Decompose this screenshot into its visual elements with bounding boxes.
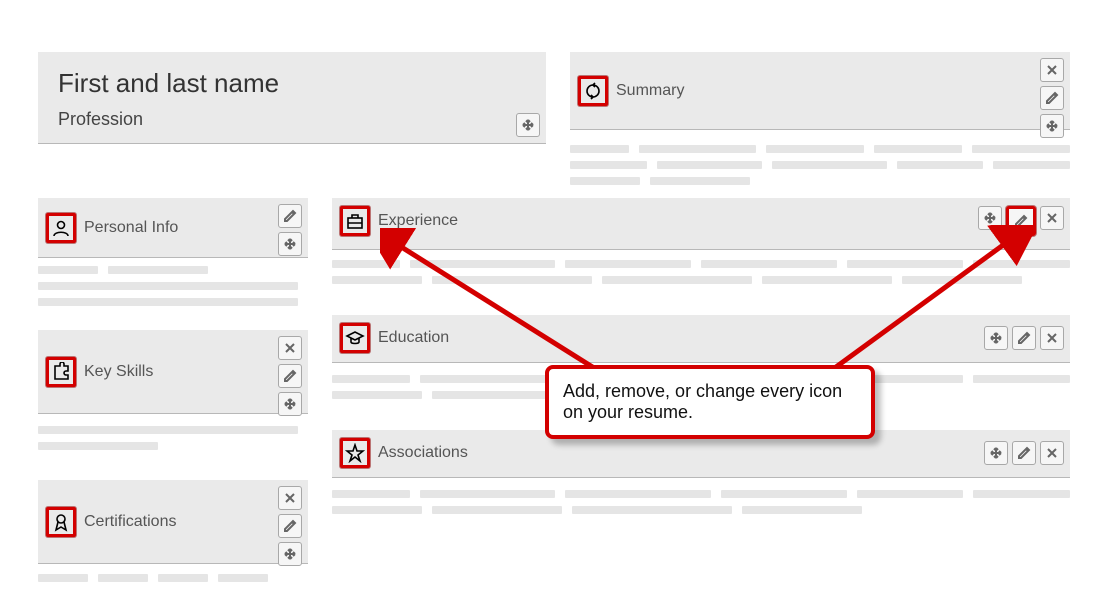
edit-button[interactable]	[1012, 441, 1036, 465]
name-section: First and last name Profession	[38, 52, 546, 144]
close-button[interactable]	[1040, 58, 1064, 82]
edit-button[interactable]	[278, 204, 302, 228]
edit-button[interactable]	[278, 514, 302, 538]
certifications-title: Certifications	[84, 513, 176, 531]
personal-info-section: Personal Info	[38, 198, 308, 258]
move-button[interactable]	[984, 441, 1008, 465]
arrow-to-icon	[380, 228, 630, 388]
key-skills-section: Key Skills	[38, 330, 308, 414]
associations-title: Associations	[378, 444, 468, 462]
edit-button[interactable]	[278, 364, 302, 388]
associations-placeholder	[332, 490, 1070, 522]
briefcase-icon[interactable]	[340, 206, 370, 236]
key-skills-placeholder	[38, 426, 308, 458]
callout-text: Add, remove, or change every icon on you…	[563, 381, 842, 422]
person-icon[interactable]	[46, 213, 76, 243]
experience-title: Experience	[378, 212, 458, 230]
edit-button-highlighted[interactable]	[1006, 206, 1036, 236]
key-skills-title: Key Skills	[84, 363, 153, 381]
move-button[interactable]	[278, 542, 302, 566]
move-button[interactable]	[1040, 114, 1064, 138]
education-title: Education	[378, 329, 449, 347]
refresh-icon[interactable]	[578, 76, 608, 106]
certifications-placeholder	[38, 574, 308, 590]
experience-section: Experience	[332, 198, 1070, 250]
move-button[interactable]	[278, 232, 302, 256]
summary-placeholder	[570, 145, 1070, 193]
cap-icon[interactable]	[340, 323, 370, 353]
profession: Profession	[58, 109, 526, 130]
puzzle-icon[interactable]	[46, 357, 76, 387]
close-button[interactable]	[1040, 326, 1064, 350]
callout-box: Add, remove, or change every icon on you…	[545, 365, 875, 439]
close-button[interactable]	[1040, 206, 1064, 230]
first-last-name: First and last name	[58, 68, 526, 99]
certifications-section: Certifications	[38, 480, 308, 564]
edit-button[interactable]	[1040, 86, 1064, 110]
personal-info-title: Personal Info	[84, 219, 178, 237]
summary-section: Summary	[570, 52, 1070, 130]
move-button[interactable]	[978, 206, 1002, 230]
close-button[interactable]	[278, 486, 302, 510]
move-button[interactable]	[984, 326, 1008, 350]
personal-info-placeholder	[38, 266, 308, 314]
move-button[interactable]	[516, 113, 540, 137]
close-button[interactable]	[1040, 441, 1064, 465]
education-section: Education	[332, 315, 1070, 363]
edit-button[interactable]	[1012, 326, 1036, 350]
experience-placeholder	[332, 260, 1070, 292]
summary-title: Summary	[616, 82, 684, 100]
star-icon[interactable]	[340, 438, 370, 468]
move-button[interactable]	[278, 392, 302, 416]
close-button[interactable]	[278, 336, 302, 360]
ribbon-icon[interactable]	[46, 507, 76, 537]
